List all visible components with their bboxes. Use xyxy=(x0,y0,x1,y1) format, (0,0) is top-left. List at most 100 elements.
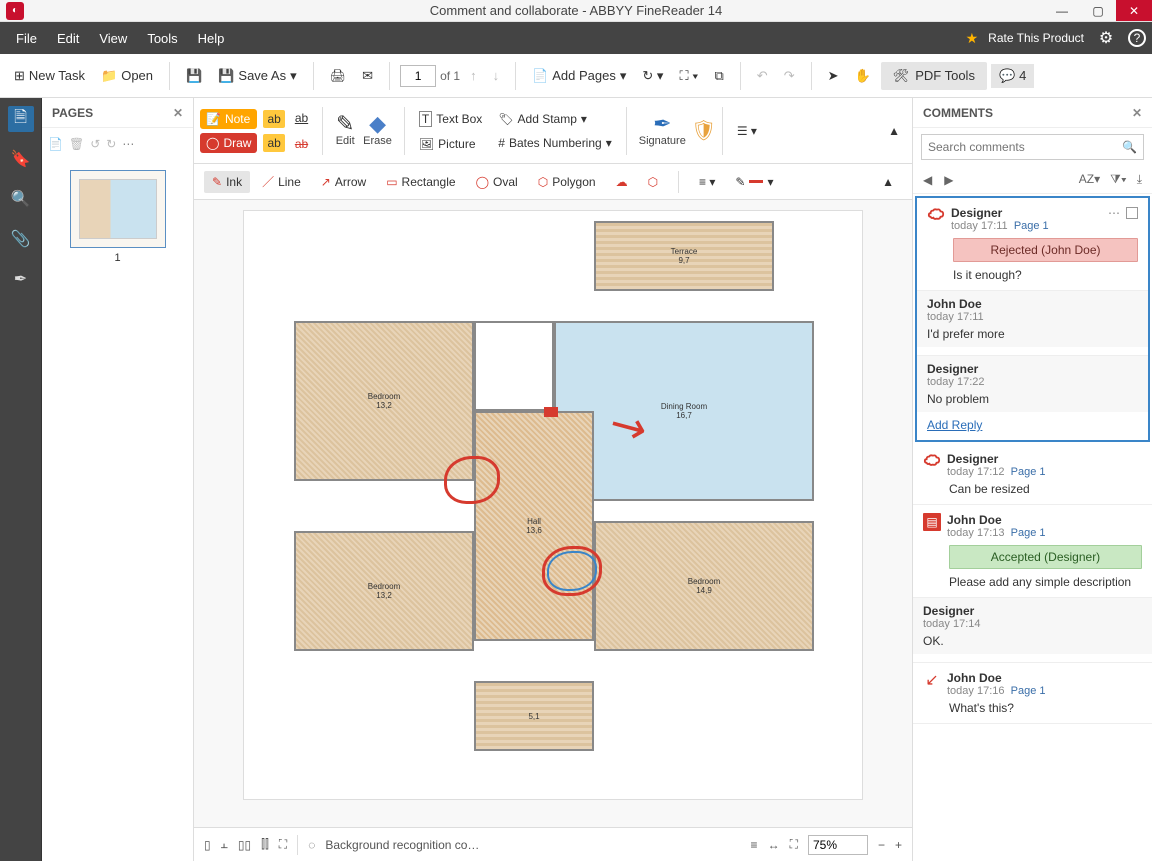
menu-file[interactable]: File xyxy=(6,25,47,52)
polygon-tool[interactable]: ⬡Polygon xyxy=(530,171,604,193)
comment-menu-icon[interactable]: ⋯ xyxy=(1108,206,1120,220)
strikeout-tool[interactable]: ab xyxy=(289,134,314,154)
security-icon[interactable]: 🛡 xyxy=(694,122,714,140)
line-weight-tool[interactable]: ≡ ▾ xyxy=(691,171,723,193)
zoom-select[interactable] xyxy=(808,835,868,855)
new-task-button[interactable]: ⊞New Task xyxy=(8,64,91,88)
collapse-ribbon[interactable]: ▲ xyxy=(882,121,906,141)
cloud-hex-tool[interactable]: ⬡ xyxy=(640,171,666,193)
comment-page-link[interactable]: Page 1 xyxy=(1011,685,1046,697)
close-pages-panel[interactable]: ✕ xyxy=(173,106,183,120)
search-icon[interactable]: 🔍 xyxy=(1122,140,1137,154)
print-button[interactable]: 🖨 xyxy=(324,64,353,88)
signature-icon[interactable]: ✒ xyxy=(652,115,672,133)
rate-product-link[interactable]: Rate This Product xyxy=(988,31,1084,45)
next-comment-icon[interactable]: ▶ xyxy=(944,173,953,187)
next-page-button[interactable]: ↓ xyxy=(487,64,506,87)
menu-help[interactable]: Help xyxy=(188,25,235,52)
redo-button[interactable]: ↷ xyxy=(778,64,801,88)
settings-icon[interactable]: ⚙ xyxy=(1094,26,1118,50)
comment-page-link[interactable]: Page 1 xyxy=(1011,527,1046,539)
search-icon[interactable]: 🔍 xyxy=(8,186,34,212)
pdf-tools-button[interactable]: 🛠PDF Tools xyxy=(881,62,987,90)
help-icon[interactable]: ? xyxy=(1128,29,1146,47)
more-icon[interactable]: ⋯ xyxy=(122,137,134,151)
highlight-alt-tool[interactable]: ab xyxy=(263,134,284,152)
cloud-tool[interactable]: ☁ xyxy=(608,171,636,193)
save-as-button[interactable]: 💾Save As▾ xyxy=(212,64,302,88)
hand-tool[interactable]: ✋ xyxy=(849,64,877,88)
view-twopage-icon[interactable]: ▯▯ xyxy=(238,838,251,852)
bates-numbering-tool[interactable]: #Bates Numbering▾ xyxy=(492,133,617,153)
delete-page-icon[interactable]: 🗑 xyxy=(69,137,84,151)
crop-button[interactable]: ⛶ ▾ xyxy=(673,64,704,88)
arrow-tool[interactable]: ↗Arrow xyxy=(313,171,374,193)
close-comments-panel[interactable]: ✕ xyxy=(1132,106,1142,120)
filter-comments-icon[interactable]: ⧩▾ xyxy=(1110,172,1127,187)
menu-view[interactable]: View xyxy=(89,25,137,52)
rotate-left-icon[interactable]: ↺ xyxy=(90,137,100,151)
annotation-note-marker[interactable] xyxy=(544,407,558,417)
list-tool[interactable]: ☰ ▾ xyxy=(731,121,763,141)
note-tool[interactable]: 📝Note xyxy=(200,109,257,129)
erase-icon[interactable]: ◆ xyxy=(368,115,388,133)
signatures-icon[interactable]: ✒ xyxy=(8,266,34,292)
line-color-tool[interactable]: ✎ ▾ xyxy=(727,171,781,193)
add-stamp-tool[interactable]: 🏷Add Stamp▾ xyxy=(492,109,617,129)
add-pages-button[interactable]: 📄Add Pages▾ xyxy=(526,64,632,88)
annotation-cloud-1[interactable] xyxy=(444,456,500,504)
underline-tool[interactable]: ab xyxy=(289,108,314,128)
zoom-in-button[interactable]: + xyxy=(895,838,902,852)
search-input[interactable] xyxy=(928,140,1122,154)
collapse-shapebar[interactable]: ▲ xyxy=(874,171,902,193)
annotation-cloud-2-selected[interactable] xyxy=(547,551,597,591)
add-page-icon[interactable]: 📄 xyxy=(48,137,63,151)
view-fullscreen-icon[interactable]: ⛶ xyxy=(279,837,287,852)
comment-thread[interactable]: Designertoday 17:11 Page 1⋯Rejected (Joh… xyxy=(915,196,1150,442)
document-canvas[interactable]: Terrace9,7 Bedroom13,2 Dining Room16,7 H… xyxy=(194,200,912,827)
attachments-icon[interactable]: 📎 xyxy=(8,226,34,252)
oval-tool[interactable]: ◯Oval xyxy=(468,171,526,193)
pages-icon[interactable]: 🗎 xyxy=(8,106,34,132)
comment-thread[interactable]: ▤John Doetoday 17:13 Page 1Accepted (Des… xyxy=(913,505,1152,663)
organize-button[interactable]: ⧉ xyxy=(709,64,730,88)
rotate-button[interactable]: ↻ ▾ xyxy=(636,64,669,88)
edit-icon[interactable]: ✎ xyxy=(335,115,355,133)
menu-tools[interactable]: Tools xyxy=(137,25,187,52)
page-number-input[interactable] xyxy=(400,65,436,87)
textbox-tool[interactable]: TText Box xyxy=(413,108,488,130)
comment-thread[interactable]: ↙John Doetoday 17:16 Page 1What's this? xyxy=(913,663,1152,724)
line-tool[interactable]: ／Line xyxy=(254,169,309,194)
bookmarks-icon[interactable]: 🔖 xyxy=(8,146,34,172)
view-twopage-cont-icon[interactable]: ⫿⫿ xyxy=(261,837,269,852)
email-button[interactable]: ✉ xyxy=(356,64,379,88)
comments-search[interactable]: 🔍 xyxy=(921,134,1144,160)
comment-checkbox[interactable] xyxy=(1126,207,1138,219)
comment-page-link[interactable]: Page 1 xyxy=(1011,466,1046,478)
zoom-page-icon[interactable]: ≡ xyxy=(751,838,758,852)
expand-comments-icon[interactable]: ⤓ xyxy=(1137,172,1142,187)
zoom-out-button[interactable]: − xyxy=(878,838,885,852)
view-continuous-icon[interactable]: ⫠ xyxy=(221,837,228,852)
save-button[interactable]: 💾 xyxy=(180,64,208,88)
zoom-width-icon[interactable]: ↔ xyxy=(768,838,780,852)
menu-edit[interactable]: Edit xyxy=(47,25,89,52)
add-reply-link[interactable]: Add Reply xyxy=(927,418,1138,432)
sort-comments[interactable]: AZ▾ xyxy=(1079,172,1100,187)
page-thumbnail-1[interactable] xyxy=(70,170,166,248)
ink-tool[interactable]: ✎Ink xyxy=(204,171,250,193)
picture-tool[interactable]: 🖼Picture xyxy=(413,134,488,154)
comment-page-link[interactable]: Page 1 xyxy=(1014,220,1049,232)
pointer-tool[interactable]: ➤ xyxy=(822,64,845,88)
prev-comment-icon[interactable]: ◀ xyxy=(923,173,932,187)
rectangle-tool[interactable]: ▭Rectangle xyxy=(378,171,463,193)
view-single-icon[interactable]: ▯ xyxy=(204,838,211,852)
open-button[interactable]: 📁Open xyxy=(95,64,159,88)
comment-thread[interactable]: Designertoday 17:12 Page 1Can be resized xyxy=(913,444,1152,505)
minimize-button[interactable]: — xyxy=(1044,0,1080,21)
prev-page-button[interactable]: ↑ xyxy=(464,64,483,87)
maximize-button[interactable]: ▢ xyxy=(1080,0,1116,21)
rotate-right-icon[interactable]: ↻ xyxy=(106,137,116,151)
undo-button[interactable]: ↶ xyxy=(751,64,774,88)
zoom-actual-icon[interactable]: ⛶ xyxy=(790,837,798,852)
